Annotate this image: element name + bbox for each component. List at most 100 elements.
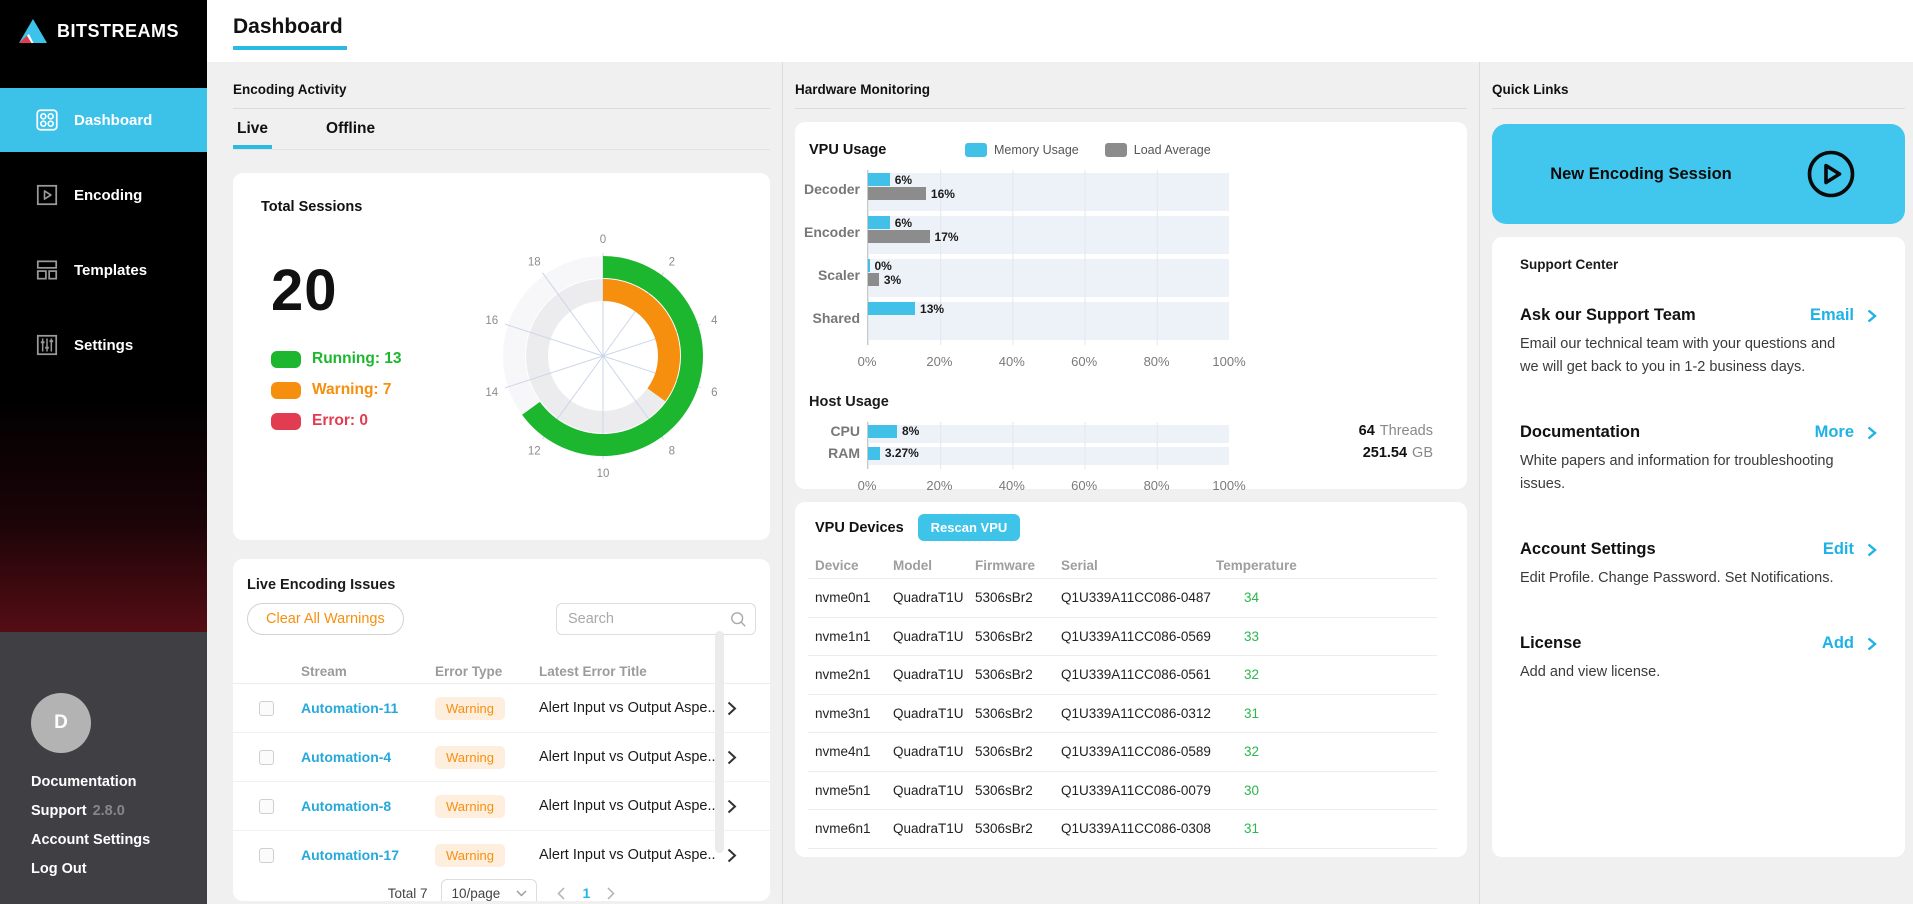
support-item-heading: Documentation [1520, 423, 1641, 441]
chart-row-band: 6% 17% [868, 216, 1229, 254]
pagination-total: Total 7 [387, 885, 428, 901]
x-tick-label: 100% [1212, 477, 1246, 493]
issues-table-row: Automation-11 Warning Alert Input vs Outpu… [233, 684, 770, 733]
badge-cell: Warning [435, 696, 539, 720]
col-model: Model [893, 558, 932, 573]
issue-title: Alert Input vs Output Aspe... [539, 700, 715, 716]
sessions-radial-chart: 0 2 4 6 8 10 12 14 16 18 [478, 231, 728, 481]
new-encoding-session-button[interactable]: New Encoding Session [1492, 124, 1905, 224]
quick-links-column: Quick Links New Encoding Session Support… [1492, 62, 1905, 904]
load-bar [868, 230, 930, 243]
memory-bar-line: 6% [868, 216, 1229, 230]
device-serial: Q1U339A11CC086-0487 [1061, 590, 1211, 606]
avatar[interactable]: D [31, 693, 91, 753]
col-device: Device [815, 558, 859, 573]
row-checkbox[interactable] [259, 847, 274, 863]
chart-row-band: 8% [868, 424, 1229, 443]
stream-link[interactable]: Automation-4 [301, 749, 435, 765]
load-bar-line: 17% [868, 230, 1229, 244]
load-bar [868, 187, 926, 200]
chevron-right-icon [1867, 309, 1877, 323]
sidebar-item-label: Encoding [74, 186, 143, 204]
device-temperature: 31 [1244, 705, 1260, 721]
stream-link[interactable]: Automation-8 [301, 798, 435, 814]
page-size-select[interactable]: 10/page [441, 878, 538, 901]
next-page-button[interactable] [607, 886, 615, 900]
chevron-right-icon [1867, 426, 1877, 440]
encoding-tabs: Live Offline [233, 109, 770, 150]
memory-bar [868, 216, 890, 229]
tab-offline[interactable]: Offline [322, 109, 379, 149]
support-item-action[interactable]: Email [1810, 306, 1877, 325]
issue-title: Alert Input vs Output Aspe... [539, 798, 715, 814]
warning-badge: Warning [435, 794, 505, 818]
brand-triangle-icon [19, 19, 47, 43]
column-divider [1479, 62, 1480, 904]
device-model: QuadraT1U [893, 667, 964, 683]
stream-link[interactable]: Automation-17 [301, 847, 435, 863]
support-item-action[interactable]: More [1815, 423, 1877, 442]
vpu-usage-card: VPU Usage Memory Usage Load Average Deco… [795, 122, 1467, 493]
row-chevron-icon[interactable] [727, 848, 737, 863]
sidebar-link-account-settings[interactable]: Account Settings [31, 831, 207, 850]
page-number[interactable]: 1 [582, 885, 590, 901]
host-bar-line: 3.27% [868, 446, 1229, 460]
row-chevron-icon[interactable] [727, 750, 737, 765]
play-circle-icon [1805, 148, 1857, 205]
sidebar-link-log-out[interactable]: Log Out [31, 860, 207, 879]
tab-live[interactable]: Live [233, 109, 273, 149]
device-device: nvme3n1 [815, 705, 871, 721]
search-input[interactable] [556, 603, 756, 635]
badge-cell: Warning [435, 794, 539, 818]
new-encoding-session-label: New Encoding Session [1550, 164, 1732, 183]
sidebar-item-templates[interactable]: Templates [0, 238, 207, 302]
svg-text:8: 8 [669, 446, 675, 458]
prev-page-button[interactable] [557, 886, 566, 900]
total-sessions-card: Total Sessions 2 0 Running: 13 Warning: 7 E… [233, 173, 770, 540]
legend-label: Error: 0 [312, 412, 368, 429]
row-chevron-icon[interactable] [727, 701, 737, 716]
device-temperature: 33 [1244, 628, 1260, 644]
sidebar-link-documentation[interactable]: Documentation [31, 773, 207, 792]
row-checkbox[interactable] [259, 798, 274, 814]
live-encoding-issues-card: Live Encoding Issues Clear All Warnings … [233, 559, 770, 901]
device-device: nvme6n1 [815, 821, 871, 837]
support-item-description: White papers and information for trouble… [1520, 453, 1834, 492]
row-chevron-icon[interactable] [727, 799, 737, 814]
support-item-action[interactable]: Add [1822, 634, 1877, 653]
sidebar-item-dashboard[interactable]: Dashboard [0, 88, 207, 152]
device-device: nvme1n1 [815, 628, 871, 644]
rescan-vpu-button[interactable]: Rescan VPU [917, 514, 1021, 541]
clear-all-warnings-button[interactable]: Clear All Warnings [247, 603, 404, 635]
x-tick-label: 80% [1143, 477, 1170, 493]
svg-text:10: 10 [597, 468, 610, 480]
issue-title: Alert Input vs Output Aspe... [539, 749, 715, 765]
vpu-devices-title: VPU Devices [815, 519, 904, 536]
grid-icon [34, 107, 60, 133]
device-row: nvme0n1 QuadraT1U 5306sBr2 Q1U339A11CC086-0… [808, 579, 1437, 618]
support-item-header: Documentation More [1520, 423, 1877, 442]
x-tick-label: 100% [1212, 354, 1246, 369]
support-item-header: Ask our Support Team Email [1520, 306, 1877, 325]
search-icon [730, 611, 747, 633]
device-device: nvme0n1 [815, 590, 871, 606]
device-model: QuadraT1U [893, 782, 964, 798]
sidebar-item-settings[interactable]: Settings [0, 313, 207, 377]
category-label: RAM [828, 445, 860, 461]
chevron-right-icon [1867, 637, 1877, 651]
sidebar-item-encoding[interactable]: Encoding [0, 163, 207, 227]
issues-table-header: Stream Error Type Latest Error Title [233, 659, 770, 683]
support-item-action[interactable]: Edit [1823, 540, 1877, 559]
row-checkbox[interactable] [259, 749, 274, 765]
device-firmware: 5306sBr2 [975, 744, 1033, 760]
stream-link[interactable]: Automation-11 [301, 700, 435, 716]
encoding-activity-column: Encoding Activity Live Offline Total Ses… [233, 62, 770, 904]
col-stream: Stream [301, 663, 347, 679]
sidebar-link-support[interactable]: Support 2.8.0 [31, 802, 207, 821]
legend-label: Warning: 7 [312, 381, 392, 398]
hardware-monitoring-header: Hardware Monitoring [795, 62, 1467, 109]
table-scrollbar[interactable] [715, 631, 724, 853]
row-checkbox[interactable] [259, 700, 274, 716]
device-serial: Q1U339A11CC086-0569 [1061, 628, 1211, 644]
device-firmware: 5306sBr2 [975, 628, 1033, 644]
